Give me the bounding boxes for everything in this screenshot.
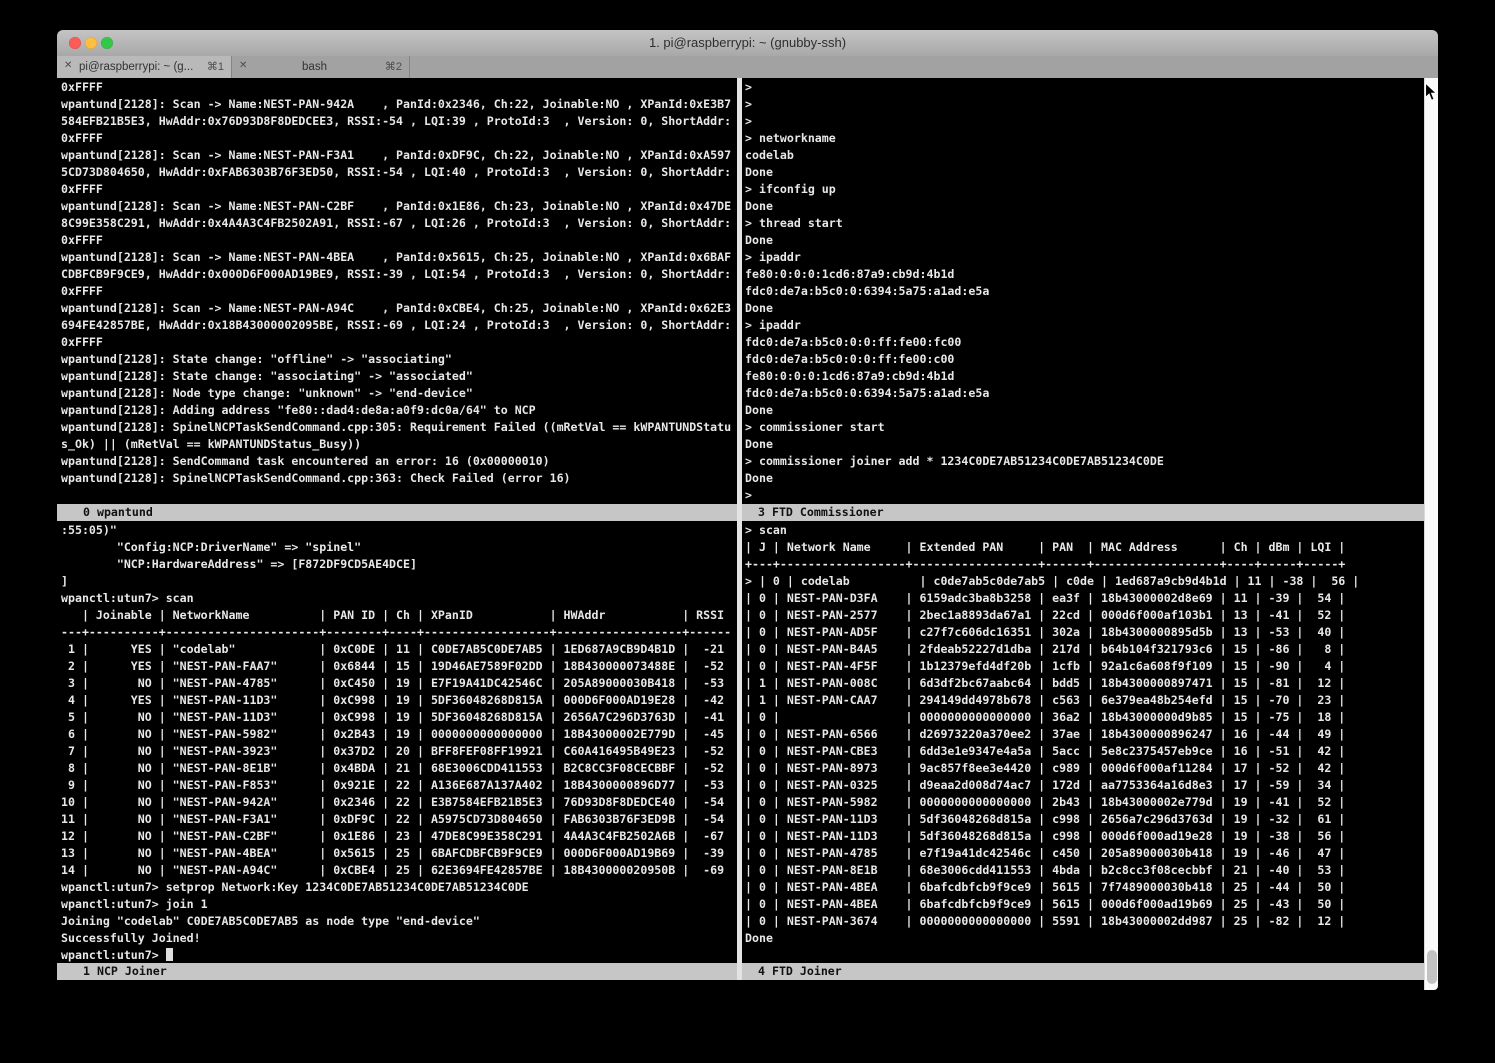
terminal-content: 0xFFFF wpantund[2128]: Scan -> Name:NEST… (57, 78, 1438, 990)
tab-ssh-session[interactable]: ✕ pi@raspberrypi: ~ (g... ⌘1 (57, 56, 232, 78)
tab-bar: ✕ pi@raspberrypi: ~ (g... ⌘1 ✕ bash ⌘2 (57, 56, 1438, 79)
shell-prompt-line[interactable]: wpanctl:utun7> (61, 947, 173, 964)
window-title: 1. pi@raspberrypi: ~ (gnubby-ssh) (57, 30, 1438, 56)
pane-status-ftd-joiner: 4 FTD Joiner (742, 963, 1424, 980)
pane-ncp-joiner[interactable]: :55:05)" "Config:NCP:DriverName" => "spi… (57, 521, 741, 947)
shell-prompt: wpanctl:utun7> (61, 948, 166, 962)
tab-label: bash (254, 56, 375, 78)
pane-status-ncp-joiner: 1 NCP Joiner (57, 963, 737, 980)
tab-label: pi@raspberrypi: ~ (g... (79, 56, 197, 78)
close-tab-icon[interactable]: ✕ (239, 60, 247, 71)
tab-shortcut: ⌘1 (207, 56, 224, 78)
scrollbar-track[interactable] (1424, 78, 1438, 990)
close-tab-icon[interactable]: ✕ (64, 60, 72, 71)
pane-ftd-joiner[interactable]: > scan | J | Network Name | Extended PAN… (742, 521, 1427, 964)
tab-bash[interactable]: ✕ bash ⌘2 (232, 56, 410, 78)
scrollbar-thumb[interactable] (1427, 950, 1437, 984)
text-cursor (166, 948, 173, 961)
pane-status-wpantund: 0 wpantund (57, 504, 737, 521)
tab-shortcut: ⌘2 (385, 56, 402, 78)
pane-ftd-commissioner[interactable]: > > > > networkname codelab Done > ifcon… (742, 78, 1427, 505)
terminal-window: 1. pi@raspberrypi: ~ (gnubby-ssh) ✕ pi@r… (57, 30, 1438, 990)
pane-wpantund-log[interactable]: 0xFFFF wpantund[2128]: Scan -> Name:NEST… (57, 78, 741, 505)
mouse-cursor-icon (1424, 82, 1438, 102)
window-titlebar[interactable]: 1. pi@raspberrypi: ~ (gnubby-ssh) (57, 30, 1438, 57)
desktop: 1. pi@raspberrypi: ~ (gnubby-ssh) ✕ pi@r… (0, 0, 1495, 1063)
pane-status-ftd-commissioner: 3 FTD Commissioner (742, 504, 1424, 521)
pane-divider[interactable] (737, 78, 742, 980)
